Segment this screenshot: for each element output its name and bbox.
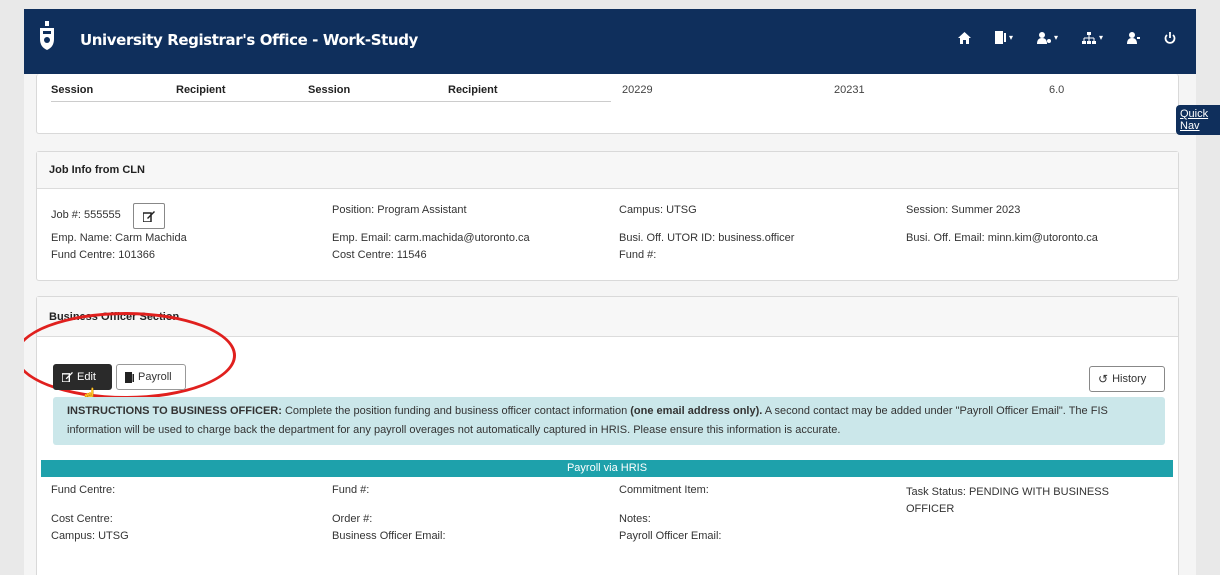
col-header-recipient: Recipient bbox=[176, 84, 226, 96]
job-info-title: Job Info from CLN bbox=[37, 152, 1178, 189]
job-info-card: Job Info from CLN Job #: 555555 Position… bbox=[36, 151, 1179, 281]
session-summary-card: Session Recipient Session Recipient 2022… bbox=[36, 74, 1179, 134]
edit-icon bbox=[143, 210, 155, 222]
bo-cost-centre: Cost Centre: bbox=[51, 513, 113, 525]
quick-nav-button[interactable]: Quick Nav bbox=[1176, 105, 1220, 135]
history-button-label: History bbox=[1112, 373, 1147, 385]
home-icon[interactable] bbox=[957, 31, 971, 44]
instructions-lead: INSTRUCTIONS TO BUSINESS OFFICER: bbox=[67, 405, 282, 417]
power-icon[interactable] bbox=[1164, 31, 1176, 44]
bo-business-officer-email: Business Officer Email: bbox=[332, 530, 446, 542]
bo-commitment-item: Commitment Item: bbox=[619, 484, 709, 496]
edit-icon bbox=[62, 372, 73, 382]
col-header-recipient-2: Recipient bbox=[448, 84, 498, 96]
table-divider bbox=[51, 101, 611, 102]
edit-job-button[interactable] bbox=[133, 203, 165, 229]
session: Session: Summer 2023 bbox=[906, 204, 1021, 216]
university-crest-icon[interactable] bbox=[39, 21, 55, 51]
instructions-alert: INSTRUCTIONS TO BUSINESS OFFICER: Comple… bbox=[53, 397, 1165, 445]
bo-order-number: Order #: bbox=[332, 513, 373, 525]
edit-button-label: Edit bbox=[77, 371, 96, 383]
payroll-hris-bar: Payroll via HRIS bbox=[41, 460, 1173, 477]
employee-name: Emp. Name: Carm Machida bbox=[51, 232, 187, 244]
bo-fund-number: Fund #: bbox=[332, 484, 370, 496]
payroll-button[interactable]: Payroll bbox=[116, 364, 186, 390]
business-officer-utor-id: Busi. Off. UTOR ID: business.officer bbox=[619, 232, 795, 244]
top-navbar: University Registrar's Office - Work-Stu… bbox=[24, 9, 1196, 74]
bo-fund-centre: Fund Centre: bbox=[51, 484, 116, 496]
col-header-session-2: Session bbox=[308, 84, 351, 96]
job-number: Job #: 555555 bbox=[51, 209, 121, 221]
business-officer-email: Busi. Off. Email: minn.kim@utoronto.ca bbox=[906, 232, 1098, 244]
document-icon[interactable]: ▾ bbox=[994, 31, 1013, 44]
bo-notes: Notes: bbox=[619, 513, 651, 525]
user-icon[interactable] bbox=[1127, 31, 1140, 44]
session-value-1: 20229 bbox=[622, 84, 653, 96]
bo-campus: Campus: UTSG bbox=[51, 530, 129, 542]
app-frame: University Registrar's Office - Work-Stu… bbox=[24, 9, 1196, 575]
payroll-button-label: Payroll bbox=[138, 371, 172, 383]
sitemap-icon[interactable]: ▾ bbox=[1081, 31, 1103, 44]
business-officer-card: Business Officer Section Edit Payroll ☝ … bbox=[24, 296, 1179, 575]
instructions-bold: (one email address only). bbox=[630, 405, 763, 417]
user-settings-icon[interactable]: ▾ bbox=[1036, 31, 1058, 44]
hours-value: 6.0 bbox=[1049, 84, 1065, 96]
instructions-text-1: Complete the position funding and busine… bbox=[281, 405, 631, 417]
employee-email: Emp. Email: carm.machida@utoronto.ca bbox=[332, 232, 530, 244]
app-title[interactable]: University Registrar's Office - Work-Stu… bbox=[80, 31, 418, 49]
col-header-session: Session bbox=[51, 84, 94, 96]
session-value-2: 20231 bbox=[834, 84, 865, 96]
history-icon: ↺ bbox=[1098, 372, 1109, 386]
position: Position: Program Assistant bbox=[332, 204, 467, 216]
bo-payroll-officer-email: Payroll Officer Email: bbox=[619, 530, 722, 542]
cost-centre: Cost Centre: 11546 bbox=[332, 249, 427, 261]
campus: Campus: UTSG bbox=[619, 204, 697, 216]
fund-centre: Fund Centre: 101366 bbox=[51, 249, 155, 261]
history-button[interactable]: ↺ History bbox=[1089, 366, 1165, 392]
document-icon bbox=[125, 371, 134, 383]
task-status: Task Status: PENDING WITH BUSINESS OFFIC… bbox=[906, 486, 1109, 515]
fund-number: Fund #: bbox=[619, 249, 657, 261]
nav-icon-bar: ▾ ▾ ▾ bbox=[957, 31, 1176, 44]
